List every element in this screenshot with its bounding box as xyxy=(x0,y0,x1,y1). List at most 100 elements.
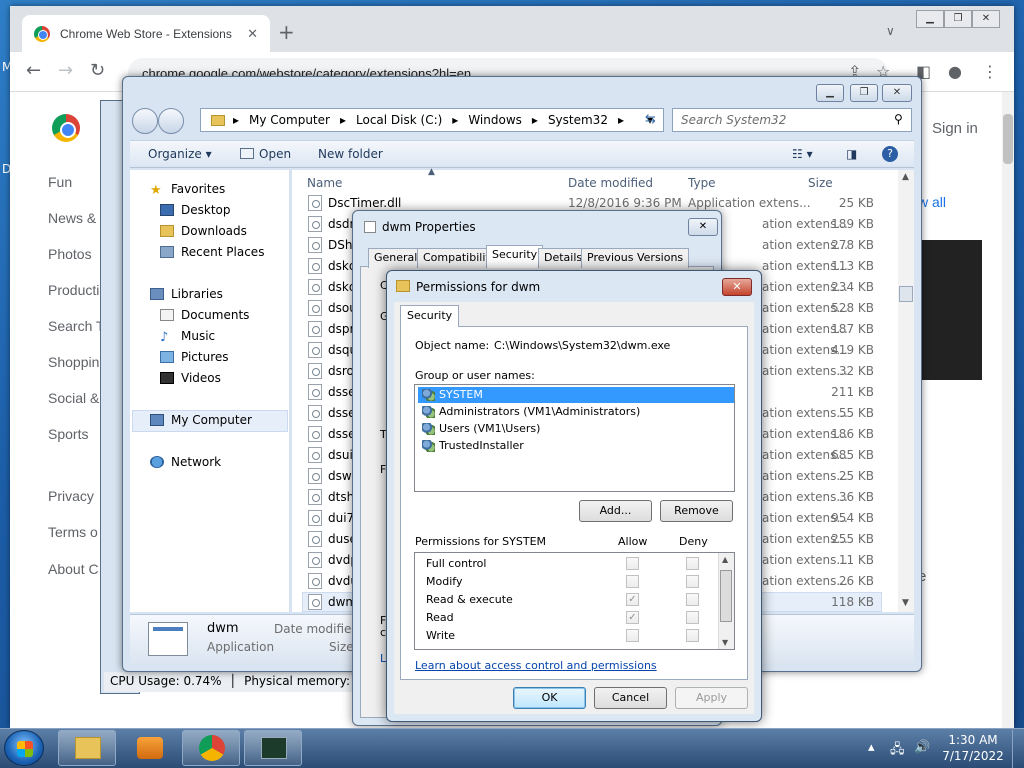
category-productivity[interactable]: Producti xyxy=(48,282,99,298)
column-header-size[interactable]: Size xyxy=(808,176,833,190)
tab-general[interactable]: General xyxy=(368,248,424,268)
help-icon[interactable]: ? xyxy=(882,146,898,162)
apply-button[interactable]: Apply xyxy=(675,687,748,709)
nav-recent-places[interactable]: Recent Places xyxy=(160,245,264,259)
organize-button[interactable]: Organize ▾ xyxy=(148,147,212,161)
close-tab-icon[interactable]: ✕ xyxy=(247,26,258,42)
file-name[interactable]: dspr xyxy=(328,322,354,336)
category-sports[interactable]: Sports xyxy=(48,426,88,442)
view-all-link[interactable]: w all xyxy=(918,194,946,210)
file-name[interactable]: dsro xyxy=(328,364,354,378)
deny-write-checkbox[interactable] xyxy=(686,629,699,642)
footer-terms-link[interactable]: Terms o xyxy=(48,524,98,540)
scroll-down-icon[interactable]: ▼ xyxy=(902,598,909,608)
category-search-tools[interactable]: Search T xyxy=(48,318,105,334)
open-button[interactable]: Open xyxy=(259,147,291,161)
column-header-name[interactable]: Name xyxy=(307,176,342,190)
tab-previous-versions[interactable]: Previous Versions xyxy=(581,248,690,268)
start-button[interactable] xyxy=(4,730,44,766)
nav-videos[interactable]: Videos xyxy=(160,371,221,385)
breadcrumb-system32[interactable]: System32 xyxy=(548,113,608,127)
breadcrumb-local-disk[interactable]: Local Disk (C:) xyxy=(356,113,442,127)
close-icon[interactable]: ✕ xyxy=(688,218,718,236)
category-social[interactable]: Social & xyxy=(48,390,99,406)
network-tray-icon[interactable]: 🖧 xyxy=(890,740,905,762)
nav-music[interactable]: ♪ Music xyxy=(160,329,215,345)
column-header-type[interactable]: Type xyxy=(688,176,716,190)
add-button[interactable]: Add... xyxy=(579,500,652,522)
footer-privacy-link[interactable]: Privacy xyxy=(48,488,94,504)
allow-modify-checkbox[interactable] xyxy=(626,575,639,588)
scroll-up-icon[interactable]: ▲ xyxy=(902,172,909,182)
new-folder-button[interactable]: New folder xyxy=(318,147,383,161)
page-scrollbar[interactable] xyxy=(1002,92,1014,728)
deny-read-execute-checkbox[interactable] xyxy=(686,593,699,606)
user-trustedinstaller[interactable]: TrustedInstaller xyxy=(422,439,524,452)
allow-read-execute-checkbox[interactable]: ✓ xyxy=(626,593,639,606)
breadcrumb-my-computer[interactable]: My Computer xyxy=(249,113,330,127)
nav-downloads[interactable]: Downloads xyxy=(160,224,247,238)
allow-full-control-checkbox[interactable] xyxy=(626,557,639,570)
allow-write-checkbox[interactable] xyxy=(626,629,639,642)
deny-full-control-checkbox[interactable] xyxy=(686,557,699,570)
file-name[interactable]: DscTimer.dll xyxy=(328,196,401,210)
maximize-icon[interactable]: ❐ xyxy=(850,84,878,102)
profile-icon[interactable]: ● xyxy=(948,62,962,81)
close-window-icon[interactable]: ✕ xyxy=(882,84,912,102)
forward-icon[interactable]: → xyxy=(58,62,73,80)
taskbar-media-player[interactable] xyxy=(120,730,178,766)
minimize-icon[interactable]: ▁ xyxy=(916,10,944,28)
chrome-menu-icon[interactable]: ⋮ xyxy=(982,62,998,81)
scroll-up-icon[interactable]: ▲ xyxy=(722,555,728,564)
footer-about-link[interactable]: About C xyxy=(48,561,99,577)
scroll-down-icon[interactable]: ▼ xyxy=(722,638,728,647)
ok-button[interactable]: OK xyxy=(513,687,586,709)
address-bar[interactable]: ▸ My Computer ▸ Local Disk (C:) ▸ Window… xyxy=(200,108,664,132)
tab-search-chevron-icon[interactable]: ∨ xyxy=(886,24,895,38)
maximize-icon[interactable]: ❐ xyxy=(944,10,972,28)
search-input[interactable]: Search System32 xyxy=(672,108,912,132)
nav-pictures[interactable]: Pictures xyxy=(160,350,229,364)
file-name[interactable]: dsui xyxy=(328,448,353,462)
featured-banner[interactable] xyxy=(922,240,982,380)
file-list-scrollbar[interactable] xyxy=(898,170,914,612)
access-control-help-link[interactable]: Learn about access control and permissio… xyxy=(415,659,657,672)
view-options-icon[interactable]: ☷ ▾ xyxy=(792,147,813,161)
close-window-icon[interactable]: ✕ xyxy=(972,10,1000,28)
new-tab-icon[interactable]: + xyxy=(278,22,295,42)
taskbar-explorer[interactable] xyxy=(58,730,116,766)
file-name[interactable]: dui7 xyxy=(328,511,354,525)
taskbar-chrome[interactable] xyxy=(182,730,240,766)
volume-icon[interactable]: 🔊 xyxy=(914,740,930,755)
file-list-scrollbar-thumb[interactable] xyxy=(899,286,913,302)
permissions-scrollbar-thumb[interactable] xyxy=(720,570,732,622)
show-desktop-button[interactable] xyxy=(1012,730,1024,768)
nav-desktop[interactable]: Desktop xyxy=(160,203,231,217)
deny-modify-checkbox[interactable] xyxy=(686,575,699,588)
remove-button[interactable]: Remove xyxy=(660,500,733,522)
category-shopping[interactable]: Shoppin xyxy=(48,354,99,370)
preview-pane-icon[interactable]: ◨ xyxy=(846,147,857,161)
refresh-icon[interactable]: ⇆ xyxy=(645,112,656,127)
category-news[interactable]: News & xyxy=(48,210,96,226)
reload-icon[interactable]: ↻ xyxy=(90,62,105,80)
column-header-date[interactable]: Date modified xyxy=(568,176,653,190)
page-scrollbar-thumb[interactable] xyxy=(1003,114,1013,164)
close-icon[interactable]: ✕ xyxy=(722,278,752,296)
back-icon[interactable] xyxy=(132,108,158,134)
user-administrators[interactable]: Administrators (VM1\Administrators) xyxy=(422,405,640,418)
show-hidden-icons[interactable]: ▴ xyxy=(868,740,875,755)
search-icon[interactable]: ⚲ xyxy=(894,112,903,126)
cancel-button[interactable]: Cancel xyxy=(594,687,667,709)
breadcrumb-windows[interactable]: Windows xyxy=(468,113,522,127)
category-photos[interactable]: Photos xyxy=(48,246,92,262)
nav-favorites[interactable]: ★ Favorites xyxy=(150,182,225,198)
taskbar-task-manager[interactable] xyxy=(244,730,302,766)
taskbar-clock[interactable]: 1:30 AM 7/17/2022 xyxy=(942,732,1004,764)
nav-network[interactable]: Network xyxy=(150,455,221,469)
forward-icon[interactable] xyxy=(158,108,184,134)
tab-security[interactable]: Security xyxy=(400,305,460,327)
nav-documents[interactable]: Documents xyxy=(160,308,249,322)
sign-in-link[interactable]: Sign in xyxy=(932,120,978,137)
file-name[interactable]: dtsh xyxy=(328,490,354,504)
